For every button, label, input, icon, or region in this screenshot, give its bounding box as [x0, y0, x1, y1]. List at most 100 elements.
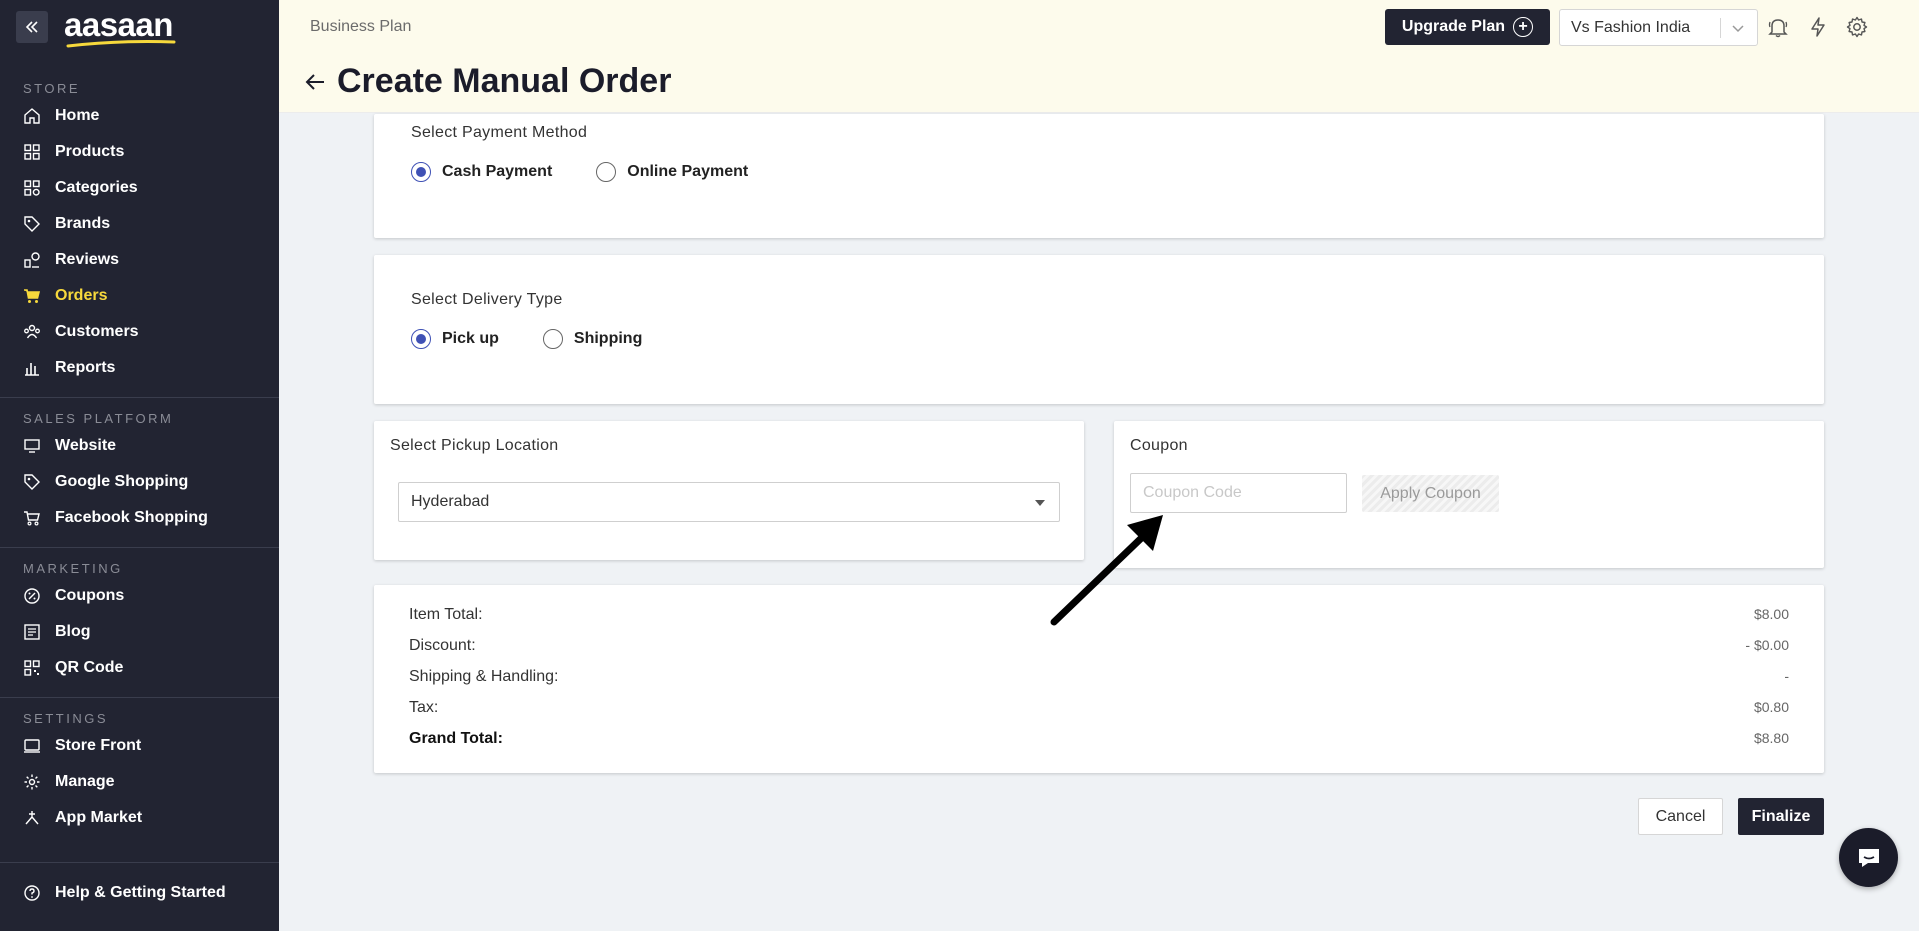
top-header: Business Plan Create Manual Order Upgrad… — [279, 0, 1919, 113]
arrow-left-icon — [305, 73, 324, 90]
pickup-location-card: Select Pickup Location Hyderabad — [374, 421, 1084, 560]
back-button[interactable] — [303, 69, 329, 95]
sidebar-item-facebook-shopping[interactable]: Facebook Shopping — [0, 500, 279, 536]
store-name: Vs Fashion India — [1571, 18, 1691, 36]
finalize-button[interactable]: Finalize — [1738, 798, 1824, 835]
sidebar: aasaan STORE Home Products Categories Br… — [0, 0, 279, 931]
sidebar-item-label: Facebook Shopping — [55, 509, 208, 526]
summary-label: Grand Total: — [409, 730, 503, 747]
sidebar-item-qr-code[interactable]: QR Code — [0, 650, 279, 686]
pickup-radio[interactable] — [411, 329, 431, 349]
logo-swoosh-icon — [66, 39, 176, 47]
monitor-icon — [23, 437, 41, 455]
sidebar-item-google-shopping[interactable]: Google Shopping — [0, 464, 279, 500]
pickup-location-title: Select Pickup Location — [390, 437, 559, 454]
apply-coupon-button[interactable]: Apply Coupon — [1362, 475, 1499, 512]
sidebar-item-blog[interactable]: Blog — [0, 614, 279, 650]
summary-row-shipping: Shipping & Handling: - — [409, 668, 1789, 686]
sidebar-footer: Help & Getting Started — [0, 862, 279, 911]
gear-icon — [23, 773, 41, 791]
categories-icon — [23, 179, 41, 197]
sidebar-section-settings: SETTINGS — [23, 711, 109, 726]
summary-value: - — [1784, 668, 1789, 684]
chevron-down-icon — [1732, 25, 1744, 33]
summary-row-grand-total: Grand Total: $8.80 — [409, 730, 1789, 748]
reviews-icon — [23, 251, 41, 269]
payment-method-card: Select Payment Method Cash Payment Onlin… — [374, 114, 1824, 238]
sidebar-item-store-front[interactable]: Store Front — [0, 728, 279, 764]
online-payment-label[interactable]: Online Payment — [627, 163, 748, 181]
sidebar-item-label: Google Shopping — [55, 473, 189, 490]
summary-row-tax: Tax: $0.80 — [409, 699, 1789, 717]
lightning-icon[interactable] — [1805, 14, 1831, 40]
upgrade-plan-button[interactable]: Upgrade Plan + — [1385, 9, 1550, 45]
double-chevron-left-icon — [25, 21, 38, 33]
plus-circle-icon: + — [1513, 17, 1534, 37]
pickup-label[interactable]: Pick up — [442, 330, 499, 348]
plan-label: Business Plan — [310, 18, 412, 35]
delivery-type-title: Select Delivery Type — [411, 291, 563, 308]
online-payment-radio[interactable] — [596, 162, 617, 182]
notification-bell-icon[interactable] — [1765, 14, 1791, 40]
help-icon — [23, 884, 41, 902]
summary-label: Item Total: — [409, 606, 483, 623]
coupon-card: Coupon Apply Coupon — [1114, 421, 1824, 568]
sidebar-item-categories[interactable]: Categories — [0, 170, 279, 206]
sidebar-item-label: Manage — [55, 773, 115, 790]
sidebar-item-reports[interactable]: Reports — [0, 350, 279, 386]
logo-text: aasaan — [64, 5, 173, 43]
sidebar-section-store: STORE — [23, 81, 81, 96]
sidebar-item-label: App Market — [55, 809, 143, 826]
tag-icon — [23, 473, 41, 491]
summary-value: $0.80 — [1753, 699, 1789, 715]
caret-down-icon — [1035, 500, 1045, 506]
settings-gear-icon[interactable] — [1844, 14, 1870, 40]
sidebar-item-customers[interactable]: Customers — [0, 314, 279, 350]
sidebar-item-label: Brands — [55, 215, 111, 232]
sidebar-item-label: Customers — [55, 323, 139, 340]
sidebar-item-help[interactable]: Help & Getting Started — [0, 875, 279, 911]
sidebar-item-orders[interactable]: Orders — [0, 278, 279, 314]
summary-label: Discount: — [409, 637, 476, 654]
delivery-type-options: Pick up Shipping — [411, 329, 686, 349]
sidebar-item-label: QR Code — [55, 659, 124, 676]
cash-payment-label[interactable]: Cash Payment — [442, 163, 552, 181]
customers-icon — [23, 323, 41, 341]
sidebar-item-products[interactable]: Products — [0, 134, 279, 170]
sidebar-item-app-market[interactable]: App Market — [0, 800, 279, 836]
summary-value: $8.00 — [1753, 606, 1789, 622]
home-icon — [23, 107, 41, 125]
sidebar-item-label: Orders — [55, 287, 108, 304]
sidebar-item-coupons[interactable]: Coupons — [0, 578, 279, 614]
storefront-icon — [23, 737, 41, 755]
page-title: Create Manual Order — [337, 62, 672, 100]
cart-outline-icon — [23, 509, 41, 527]
summary-label: Shipping & Handling: — [409, 668, 559, 685]
annotation-arrow-icon — [1050, 515, 1163, 626]
payment-method-options: Cash Payment Online Payment — [411, 162, 792, 182]
sidebar-header: aasaan — [0, 0, 279, 54]
cancel-button[interactable]: Cancel — [1638, 798, 1723, 835]
sidebar-item-brands[interactable]: Brands — [0, 206, 279, 242]
pickup-location-select[interactable]: Hyderabad — [398, 482, 1060, 522]
shipping-label[interactable]: Shipping — [574, 330, 642, 348]
qr-icon — [23, 659, 41, 677]
sidebar-item-home[interactable]: Home — [0, 98, 279, 134]
sidebar-item-label: Help & Getting Started — [55, 884, 226, 901]
sidebar-section-sales-platform: SALES PLATFORM — [23, 411, 174, 426]
collapse-sidebar-button[interactable] — [16, 11, 48, 43]
select-separator — [1720, 18, 1721, 38]
sidebar-item-website[interactable]: Website — [0, 428, 279, 464]
sidebar-item-manage[interactable]: Manage — [0, 764, 279, 800]
app-market-icon — [23, 809, 41, 827]
sidebar-item-reviews[interactable]: Reviews — [0, 242, 279, 278]
shipping-radio[interactable] — [542, 329, 563, 349]
cash-payment-radio[interactable] — [411, 162, 431, 182]
pickup-location-value: Hyderabad — [411, 493, 490, 510]
cart-icon — [23, 287, 41, 305]
coupon-icon — [23, 587, 41, 605]
sidebar-item-label: Reviews — [55, 251, 120, 268]
summary-label: Tax: — [409, 699, 439, 716]
store-selector[interactable]: Vs Fashion India — [1559, 9, 1758, 46]
chat-widget-button[interactable] — [1839, 828, 1898, 887]
